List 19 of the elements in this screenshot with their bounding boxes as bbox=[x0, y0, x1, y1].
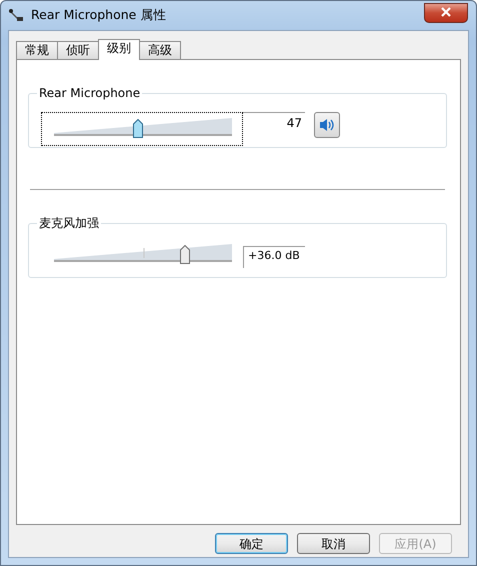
slider-thumb[interactable] bbox=[180, 245, 190, 264]
tab[interactable]: 常规 bbox=[16, 41, 58, 59]
speaker-icon bbox=[319, 118, 335, 132]
close-button[interactable] bbox=[424, 2, 468, 22]
mute-button[interactable] bbox=[314, 112, 340, 138]
tab[interactable]: 高级 bbox=[139, 41, 181, 59]
tab[interactable]: 级别 bbox=[98, 39, 140, 60]
microphone-icon bbox=[9, 8, 25, 24]
tab[interactable]: 侦听 bbox=[57, 41, 99, 59]
window-title: Rear Microphone 属性 bbox=[31, 6, 166, 24]
boost-reading: +36.0 dB bbox=[243, 246, 305, 268]
slider-thumb[interactable] bbox=[132, 119, 143, 138]
dialog-button[interactable]: 取消 bbox=[297, 533, 370, 554]
dialog-button[interactable]: 确定 bbox=[215, 533, 288, 554]
slider[interactable] bbox=[41, 112, 243, 146]
group-label: Rear Microphone bbox=[37, 85, 142, 101]
close-icon bbox=[441, 6, 451, 17]
level-reading: 47 bbox=[243, 112, 305, 132]
group-label: 麦克风加强 bbox=[37, 215, 101, 231]
